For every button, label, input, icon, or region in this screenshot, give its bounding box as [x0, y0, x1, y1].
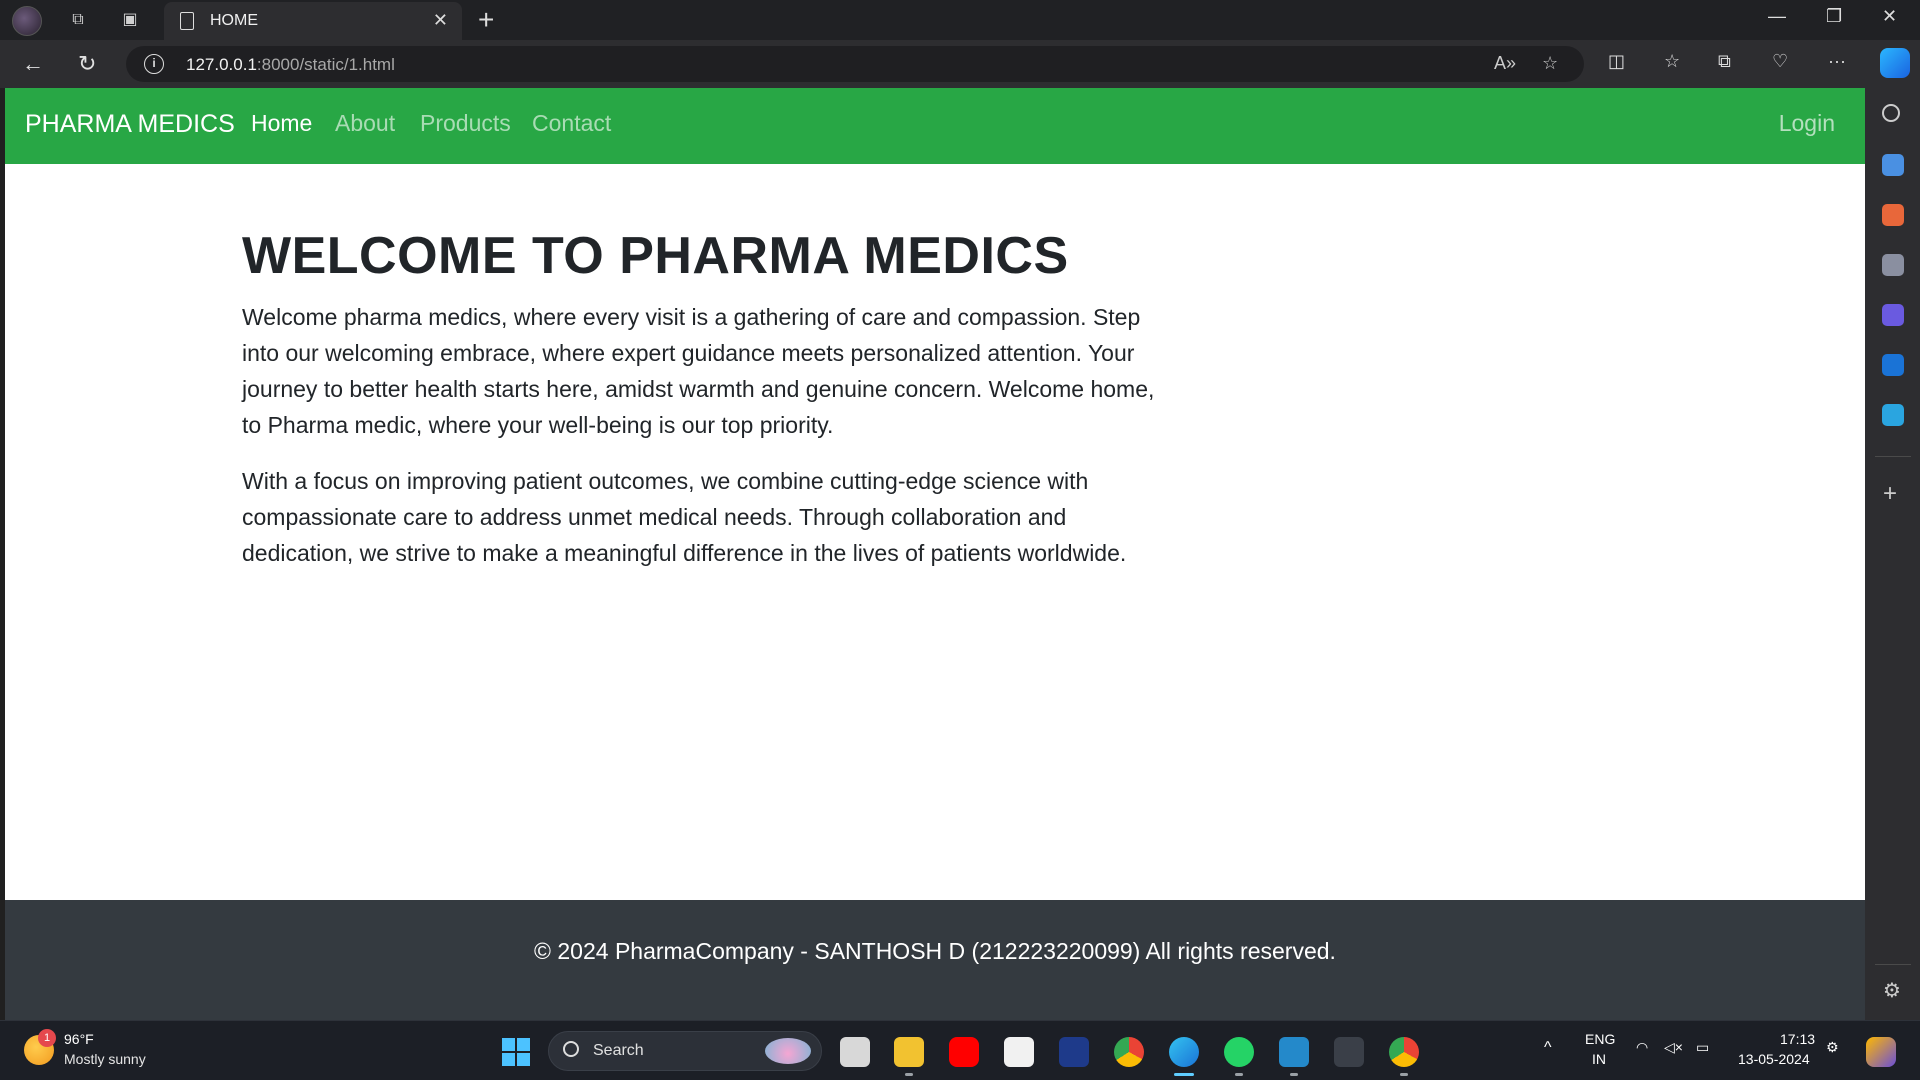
language-region[interactable]: IN [1592, 1051, 1606, 1067]
nav-home-link[interactable]: Home [251, 110, 312, 137]
weather-temperature[interactable]: 96°F [64, 1031, 94, 1047]
language-eng[interactable]: ENG [1585, 1031, 1615, 1047]
favorites-icon[interactable]: ☆ [1664, 51, 1680, 72]
search-highlight-icon [765, 1038, 811, 1064]
shopping-tag-icon[interactable] [1882, 154, 1904, 176]
tools-briefcase-icon[interactable] [1882, 204, 1904, 226]
send-icon[interactable] [1882, 404, 1904, 426]
tab-title: HOME [210, 12, 258, 29]
copilot-sidebar-icon[interactable] [1882, 304, 1904, 326]
running-indicator [1400, 1073, 1408, 1076]
search-icon [563, 1041, 579, 1057]
task-view-icon[interactable] [840, 1037, 870, 1067]
site-brand[interactable]: PHARMA MEDICS [25, 110, 235, 139]
nav-contact-link[interactable]: Contact [532, 110, 611, 137]
games-icon[interactable] [1882, 254, 1904, 276]
running-indicator [905, 1073, 913, 1076]
page-file-icon [180, 12, 194, 30]
mission-paragraph: With a focus on improving patient outcom… [242, 468, 1127, 567]
nav-products-link[interactable]: Products [420, 110, 511, 137]
running-indicator [1235, 1073, 1243, 1076]
site-footer: © 2024 PharmaCompany - SANTHOSH D (21222… [5, 900, 1865, 1020]
page-heading: WELCOME TO PHARMA MEDICS [242, 227, 1069, 285]
tab-actions-icon[interactable]: ▣ [118, 8, 142, 32]
browser-address-bar: ← ↻ i 127.0.0.1:8000/static/1.html A» ☆ … [0, 40, 1920, 88]
clock-time[interactable]: 17:13 [1780, 1031, 1815, 1047]
login-link[interactable]: Login [1779, 110, 1835, 137]
url-host: 127.0.0.1 [186, 55, 257, 74]
favorite-star-icon[interactable]: ☆ [1542, 53, 1558, 74]
start-windows-icon[interactable] [502, 1038, 530, 1066]
intro-paragraph: Welcome pharma medics, where every visit… [242, 304, 1155, 439]
volume-muted-icon[interactable]: ◁× [1664, 1039, 1683, 1056]
sidebar-settings-icon[interactable]: ⚙ [1883, 978, 1901, 1003]
edge-icon[interactable] [1169, 1037, 1199, 1067]
more-menu-icon[interactable]: ··· [1828, 51, 1846, 72]
show-hidden-icons-chevron[interactable]: ^ [1544, 1039, 1552, 1057]
profile-avatar[interactable] [12, 6, 42, 36]
chrome-icon[interactable] [1114, 1037, 1144, 1067]
active-indicator [1174, 1073, 1194, 1076]
tab-home[interactable]: HOME ✕ [164, 2, 462, 40]
vscode-icon[interactable] [1279, 1037, 1309, 1067]
browser-tab-bar: ⧉ ▣ HOME ✕ + — ❐ ✕ [0, 0, 1920, 40]
site-navbar: PHARMA MEDICS Home About Products Contac… [5, 88, 1865, 164]
focus-settings-icon[interactable]: ⚙ [1826, 1039, 1839, 1056]
chrome-profile-icon[interactable] [1389, 1037, 1419, 1067]
running-indicator [1290, 1073, 1298, 1076]
site-info-icon[interactable]: i [144, 54, 164, 74]
web-page: PHARMA MEDICS Home About Products Contac… [5, 88, 1865, 1020]
footer-copyright: © 2024 PharmaCompany - SANTHOSH D (21222… [534, 938, 1336, 964]
microsoft-store-icon[interactable] [1004, 1037, 1034, 1067]
tab-close-icon[interactable]: ✕ [433, 10, 448, 31]
weather-badge: 1 [38, 1029, 56, 1047]
back-arrow-icon[interactable]: ← [22, 50, 44, 78]
copilot-taskbar-icon[interactable] [1866, 1037, 1896, 1067]
nav-about-link[interactable]: About [335, 110, 395, 137]
weather-description[interactable]: Mostly sunny [64, 1051, 146, 1067]
read-aloud-icon[interactable]: A» [1494, 53, 1516, 74]
battery-icon[interactable]: ▭ [1696, 1039, 1709, 1056]
taskbar-search[interactable]: Search [548, 1031, 822, 1071]
url-path: :8000/static/1.html [256, 55, 395, 74]
url-field[interactable]: i 127.0.0.1:8000/static/1.html A» ☆ [126, 46, 1584, 82]
copilot-icon[interactable] [1880, 48, 1910, 78]
minimize-icon[interactable]: — [1768, 6, 1786, 27]
youtube-icon[interactable] [949, 1037, 979, 1067]
taskbar-search-label: Search [593, 1042, 644, 1059]
wifi-icon[interactable]: ◠ [1636, 1039, 1648, 1056]
file-explorer-icon[interactable] [894, 1037, 924, 1067]
restore-icon[interactable]: ❐ [1826, 6, 1842, 27]
new-tab-button[interactable]: + [478, 4, 494, 36]
clock-date[interactable]: 13-05-2024 [1738, 1051, 1810, 1067]
rail-divider [1875, 456, 1911, 457]
workspaces-icon[interactable]: ⧉ [66, 8, 90, 32]
split-screen-icon[interactable]: ◫ [1608, 51, 1625, 72]
url-text: 127.0.0.1:8000/static/1.html [186, 55, 395, 75]
main-content: WELCOME TO PHARMA MEDICS Welcome pharma … [242, 227, 1162, 591]
terminal-icon[interactable] [1334, 1037, 1364, 1067]
rail-divider-bottom [1875, 964, 1911, 965]
l-app-icon[interactable] [1059, 1037, 1089, 1067]
collections-icon[interactable]: ⧉ [1718, 51, 1731, 72]
add-sidebar-app-icon[interactable]: + [1883, 480, 1897, 508]
windows-taskbar: 1 96°F Mostly sunny Search ^ ENG IN ◠ ◁×… [0, 1020, 1920, 1080]
browser-sidebar: + ⚙ [1865, 88, 1920, 1020]
sidebar-search-icon[interactable] [1882, 104, 1900, 122]
browser-essentials-icon[interactable]: ♡ [1772, 51, 1788, 72]
whatsapp-icon[interactable] [1224, 1037, 1254, 1067]
outlook-icon[interactable] [1882, 354, 1904, 376]
close-window-icon[interactable]: ✕ [1882, 6, 1897, 27]
refresh-icon[interactable]: ↻ [78, 50, 96, 78]
